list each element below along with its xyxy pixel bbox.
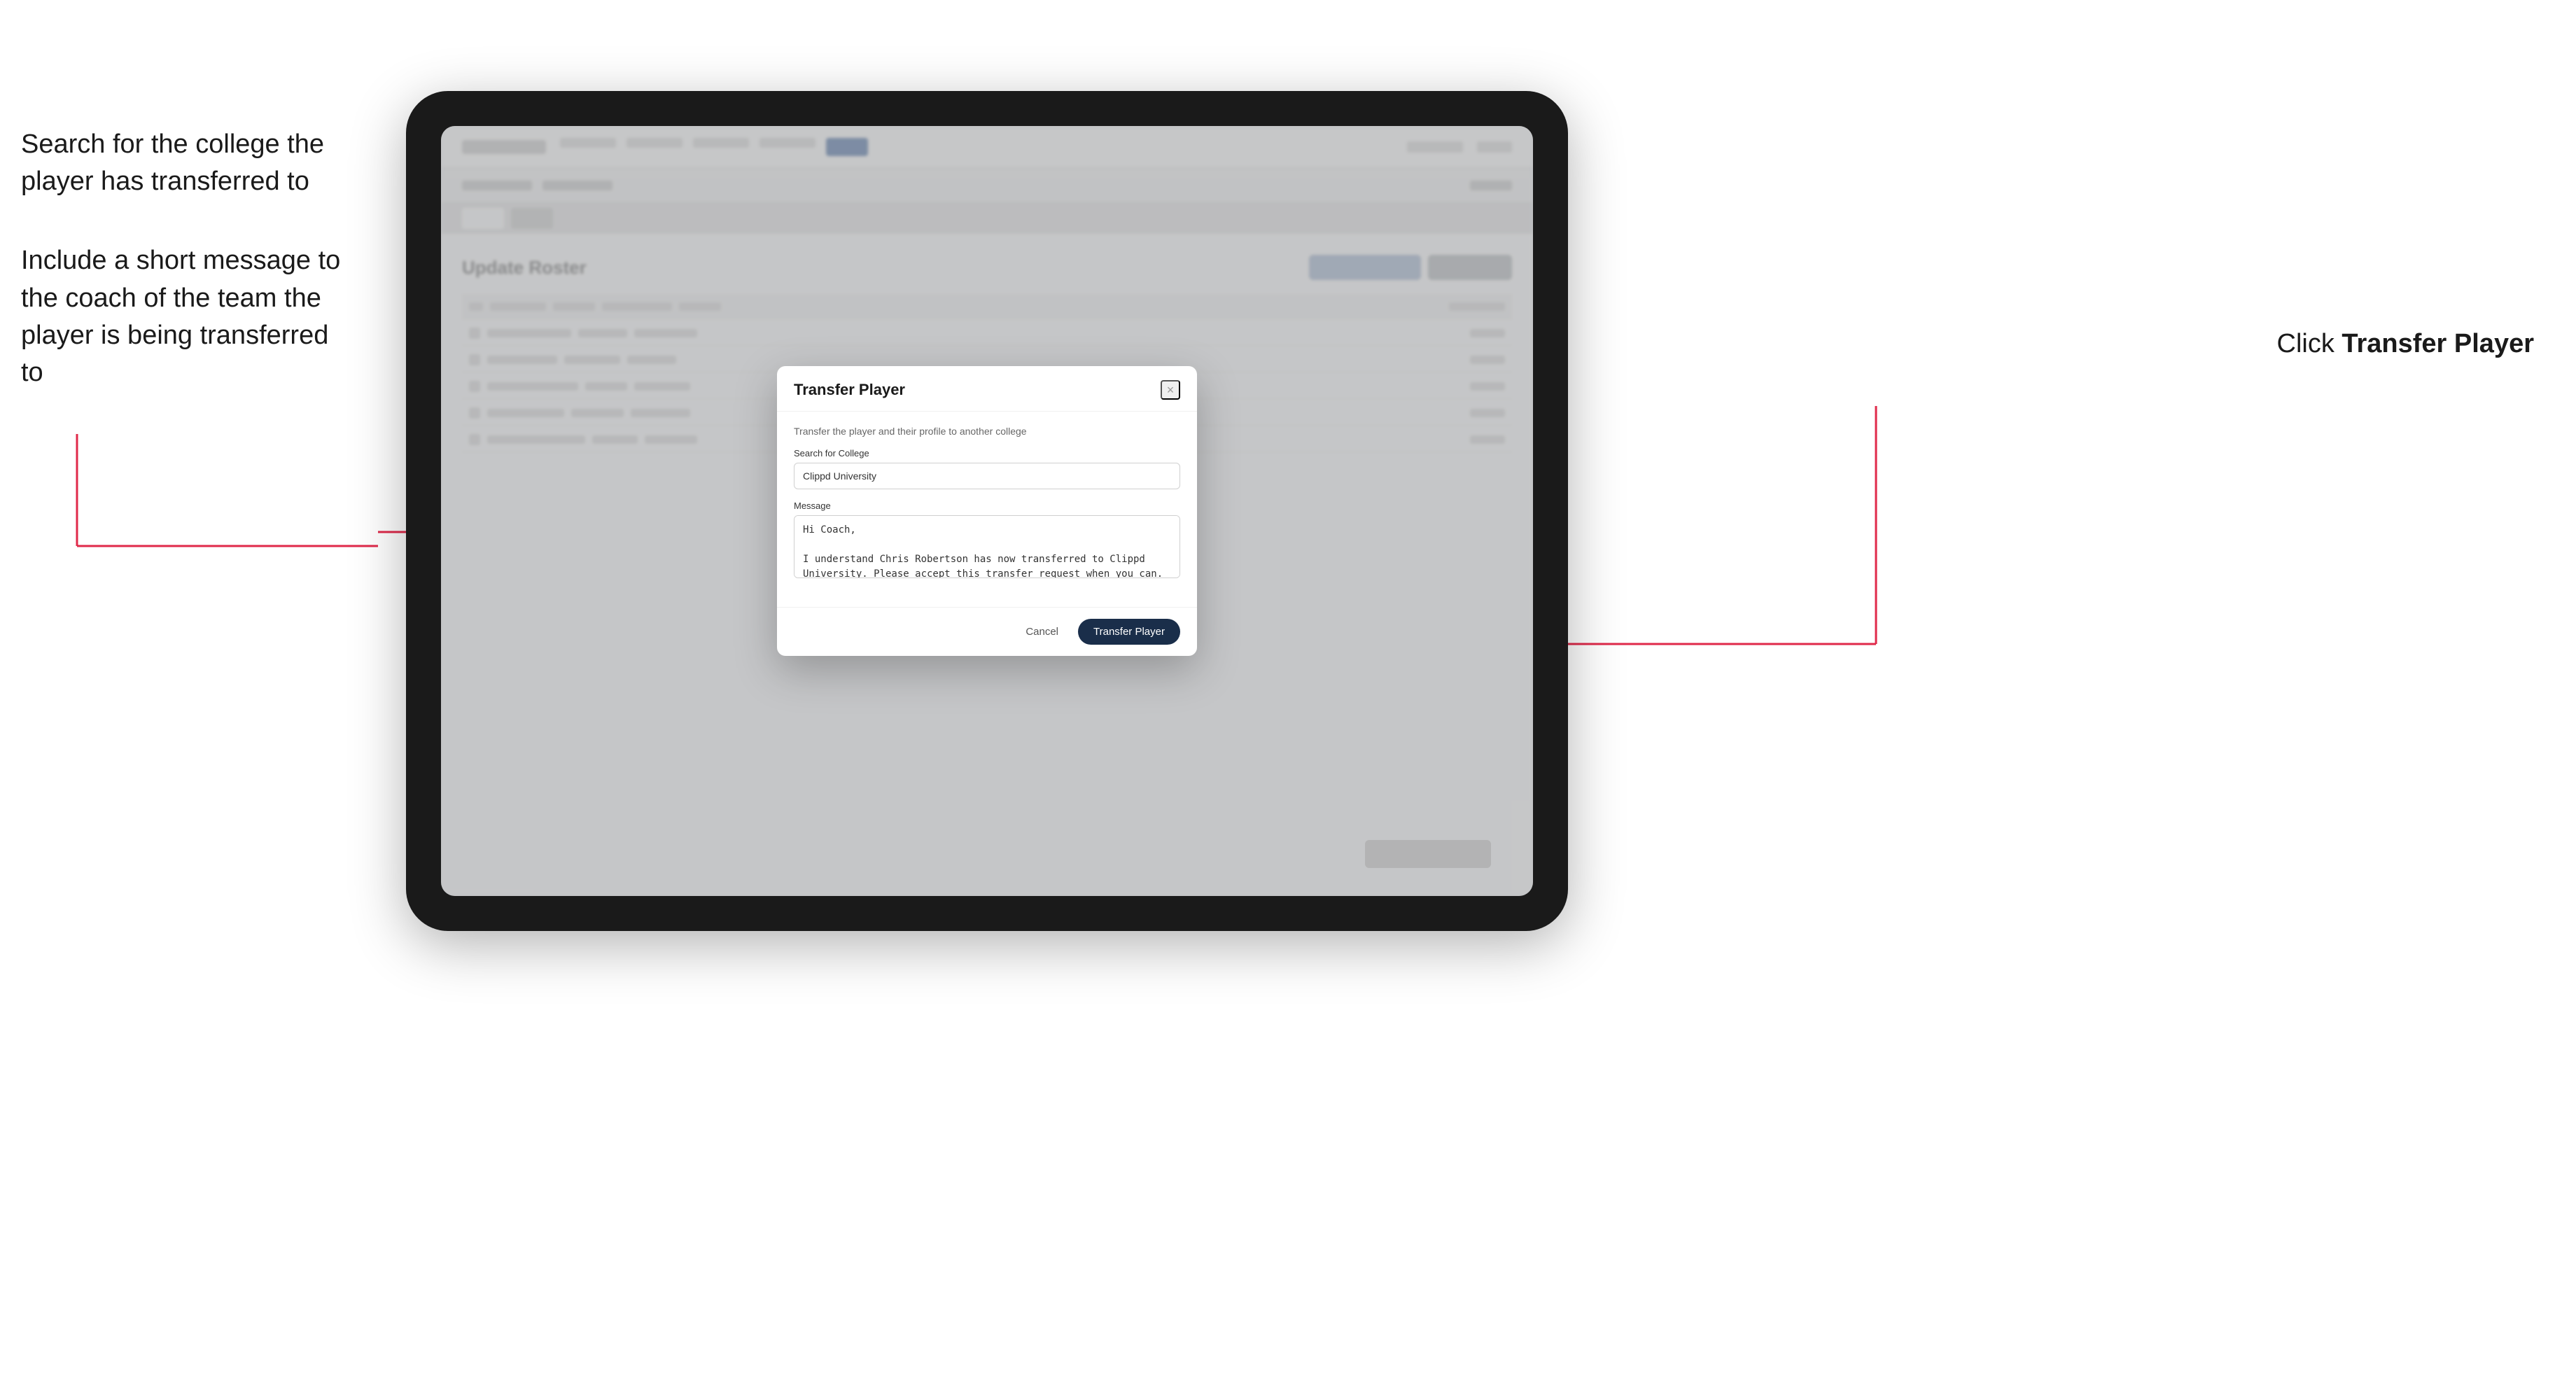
ipad-device: Update Roster xyxy=(406,91,1568,931)
transfer-player-modal: Transfer Player × Transfer the player an… xyxy=(777,366,1197,656)
transfer-player-button[interactable]: Transfer Player xyxy=(1078,619,1180,645)
annotation-right-bold: Transfer Player xyxy=(2342,329,2534,358)
search-college-group: Search for College xyxy=(794,448,1180,489)
annotation-left: Search for the college the player has tr… xyxy=(21,126,357,433)
message-group: Message Hi Coach, I understand Chris Rob… xyxy=(794,500,1180,582)
annotation-right: Click Transfer Player xyxy=(2277,329,2535,359)
modal-body: Transfer the player and their profile to… xyxy=(777,412,1197,607)
search-college-input[interactable] xyxy=(794,463,1180,489)
cancel-button[interactable]: Cancel xyxy=(1014,620,1070,643)
ipad-screen: Update Roster xyxy=(441,126,1533,896)
modal-title: Transfer Player xyxy=(794,381,905,399)
search-college-label: Search for College xyxy=(794,448,1180,458)
message-textarea[interactable]: Hi Coach, I understand Chris Robertson h… xyxy=(794,515,1180,578)
annotation-left-line1: Search for the college the player has tr… xyxy=(21,126,357,200)
annotation-right-prefix: Click xyxy=(2277,329,2342,358)
modal-close-button[interactable]: × xyxy=(1161,380,1180,400)
annotation-left-line2: Include a short message to the coach of … xyxy=(21,242,357,391)
modal-header: Transfer Player × xyxy=(777,366,1197,412)
message-label: Message xyxy=(794,500,1180,511)
modal-overlay: Transfer Player × Transfer the player an… xyxy=(441,126,1533,896)
modal-description: Transfer the player and their profile to… xyxy=(794,426,1180,437)
modal-footer: Cancel Transfer Player xyxy=(777,607,1197,656)
